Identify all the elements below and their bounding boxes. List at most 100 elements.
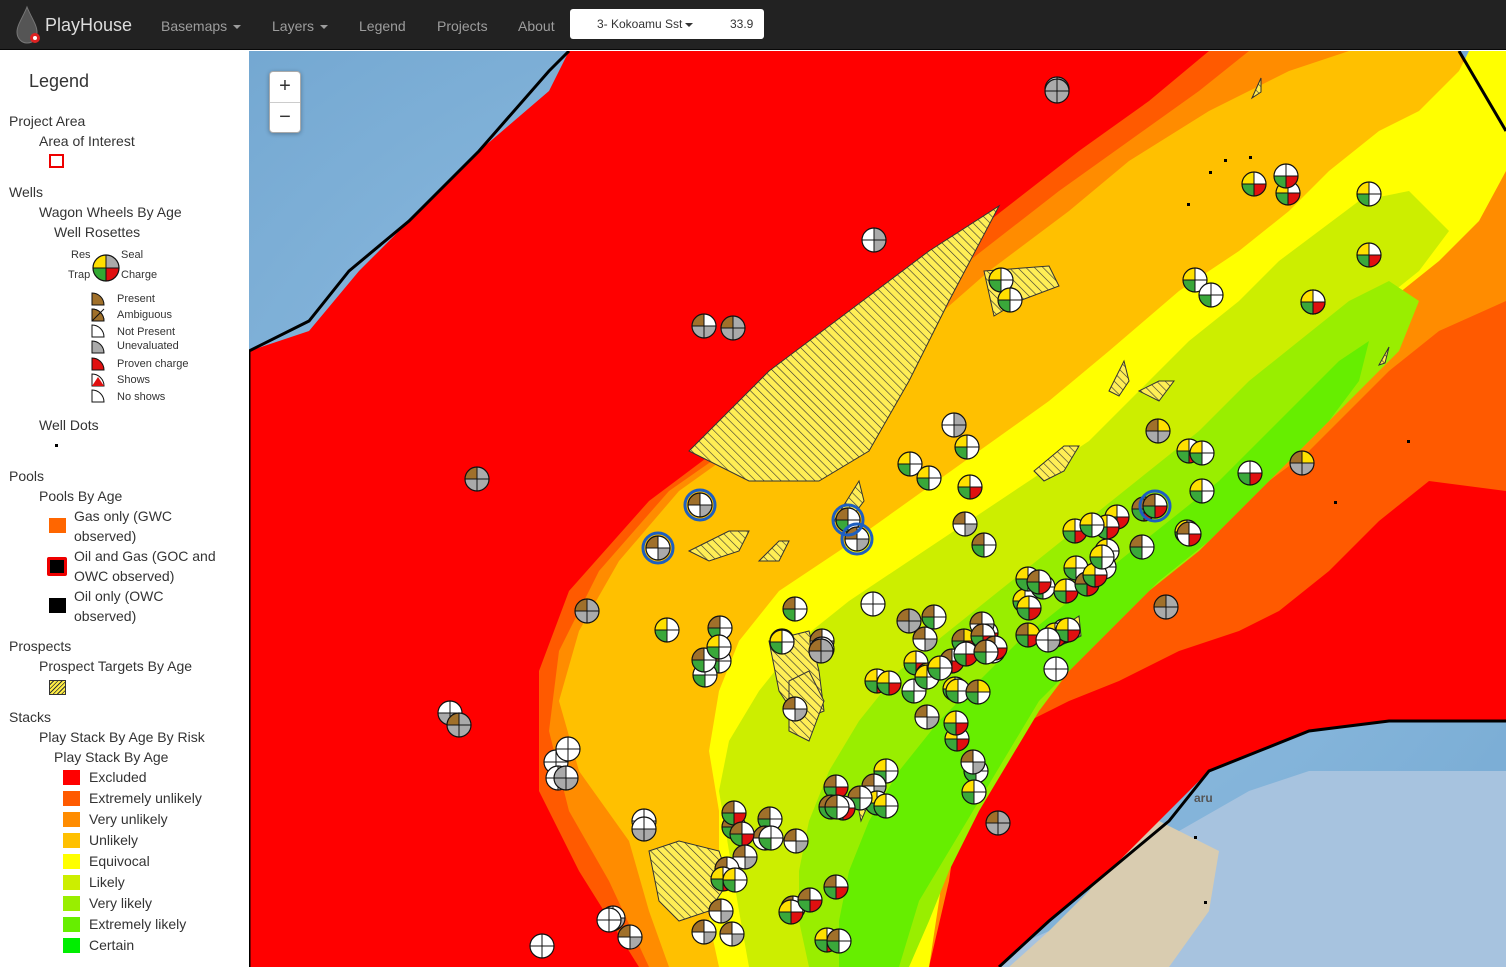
play-stack-select[interactable]: 3- Kokoamu Sst 33.9	[570, 9, 764, 39]
well-rosette-icon[interactable]	[927, 655, 953, 681]
well-rosette-icon[interactable]	[529, 933, 555, 959]
well-rosette-icon[interactable]	[1026, 569, 1052, 595]
map-canvas[interactable]	[249, 51, 1506, 967]
well-rosette-icon[interactable]	[555, 736, 581, 762]
brand[interactable]: PlayHouse	[14, 5, 132, 44]
well-rosette-icon[interactable]	[824, 794, 850, 820]
well-rosette-icon[interactable]	[1142, 493, 1168, 519]
well-rosette-icon[interactable]	[1016, 595, 1042, 621]
well-rosette-icon[interactable]	[645, 535, 671, 561]
well-dot[interactable]	[1194, 836, 1197, 839]
well-rosette-icon[interactable]	[1176, 521, 1202, 547]
well-rosette-icon[interactable]	[1356, 181, 1382, 207]
prospect-targets-label: Prospect Targets By Age	[39, 658, 193, 674]
zoom-in-button[interactable]: +	[270, 72, 300, 102]
well-rosette-icon[interactable]	[1356, 242, 1382, 268]
well-rosette-icon[interactable]	[861, 227, 887, 253]
well-rosette-icon[interactable]	[691, 919, 717, 945]
about-menu[interactable]: About	[518, 0, 555, 50]
well-rosette-icon[interactable]	[797, 887, 823, 913]
well-rosette-icon[interactable]	[973, 639, 999, 665]
layers-menu[interactable]: Layers	[272, 0, 329, 50]
well-rosette-icon[interactable]	[596, 907, 622, 933]
well-rosette-icon[interactable]	[1079, 512, 1105, 538]
well-rosette-icon[interactable]	[783, 828, 809, 854]
well-rosette-icon[interactable]	[553, 765, 579, 791]
well-rosette-icon[interactable]	[719, 921, 745, 947]
rosette-res-label: Res	[71, 249, 91, 261]
projects-menu[interactable]: Projects	[437, 0, 488, 50]
well-rosette-icon[interactable]	[706, 634, 732, 660]
well-rosette-icon[interactable]	[1053, 578, 1079, 604]
well-rosette-icon[interactable]	[1129, 534, 1155, 560]
well-rosette-icon[interactable]	[985, 810, 1011, 836]
well-rosette-icon[interactable]	[823, 874, 849, 900]
well-rosette-icon[interactable]	[876, 670, 902, 696]
well-rosette-icon[interactable]	[1153, 594, 1179, 620]
well-dot[interactable]	[1204, 901, 1207, 904]
well-dot[interactable]	[1224, 159, 1227, 162]
well-rosette-icon[interactable]	[446, 712, 472, 738]
well-rosette-icon[interactable]	[943, 710, 969, 736]
well-rosette-icon[interactable]	[941, 412, 967, 438]
well-rosette-icon[interactable]	[464, 466, 490, 492]
well-rosette-icon[interactable]	[965, 679, 991, 705]
well-rosette-icon[interactable]	[722, 867, 748, 893]
well-rosette-icon[interactable]	[782, 596, 808, 622]
zoom-out-button[interactable]: −	[270, 102, 300, 133]
basemaps-menu[interactable]: Basemaps	[161, 0, 242, 50]
well-rosette-icon[interactable]	[721, 800, 747, 826]
well-rosette-icon[interactable]	[916, 465, 942, 491]
well-rosette-icon[interactable]	[1237, 460, 1263, 486]
well-rosette-icon[interactable]	[654, 617, 680, 643]
well-rosette-icon[interactable]	[631, 816, 657, 842]
well-rosette-icon[interactable]	[1043, 656, 1069, 682]
well-rosette-icon[interactable]	[1189, 478, 1215, 504]
well-rosette-icon[interactable]	[1035, 627, 1061, 653]
well-rosette-icon[interactable]	[1089, 544, 1115, 570]
well-rosette-icon[interactable]	[1273, 163, 1299, 189]
well-rosette-icon[interactable]	[960, 749, 986, 775]
well-rosette-icon[interactable]	[729, 821, 755, 847]
well-rosette-icon[interactable]	[1189, 440, 1215, 466]
well-rosette-icon[interactable]	[574, 598, 600, 624]
area-of-interest-label: Area of Interest	[39, 133, 135, 149]
well-rosette-icon[interactable]	[873, 793, 899, 819]
well-rosette-icon[interactable]	[1145, 418, 1171, 444]
well-rosette-icon[interactable]	[758, 825, 784, 851]
well-rosette-icon[interactable]	[914, 704, 940, 730]
well-rosette-icon[interactable]	[808, 638, 834, 664]
well-rosette-icon[interactable]	[860, 591, 886, 617]
well-rosette-icon[interactable]	[952, 511, 978, 537]
well-rosette-icon[interactable]	[957, 474, 983, 500]
well-rosette-icon[interactable]	[971, 532, 997, 558]
well-rosette-icon[interactable]	[1289, 450, 1315, 476]
well-rosette-icon[interactable]	[961, 779, 987, 805]
well-rosette-icon[interactable]	[708, 898, 734, 924]
well-rosette-icon[interactable]	[782, 696, 808, 722]
prospect-targets-swatch	[49, 680, 66, 695]
well-dot[interactable]	[1407, 440, 1410, 443]
well-rosette-icon[interactable]	[769, 629, 795, 655]
risk-label: Certain	[89, 937, 135, 953]
well-rosette-icon[interactable]	[720, 315, 746, 341]
map-view[interactable]: + − aru	[249, 51, 1506, 967]
well-rosette-icon[interactable]	[1044, 78, 1070, 104]
well-rosette-icon[interactable]	[617, 924, 643, 950]
well-rosette-icon[interactable]	[691, 313, 717, 339]
well-rosette-icon[interactable]	[687, 492, 713, 518]
well-rosette-icon[interactable]	[1300, 289, 1326, 315]
well-rosette-icon[interactable]	[896, 608, 922, 634]
well-dot[interactable]	[1187, 203, 1190, 206]
well-rosette-icon[interactable]	[954, 434, 980, 460]
well-rosette-icon[interactable]	[826, 928, 852, 954]
legend-menu[interactable]: Legend	[359, 0, 406, 50]
well-rosette-icon[interactable]	[1241, 171, 1267, 197]
well-dot[interactable]	[1334, 501, 1337, 504]
well-dot[interactable]	[1249, 156, 1252, 159]
well-dot[interactable]	[1209, 171, 1212, 174]
well-rosette-icon[interactable]	[1198, 282, 1224, 308]
well-dots-label: Well Dots	[39, 417, 99, 433]
well-rosette-icon[interactable]	[997, 287, 1023, 313]
well-rosette-icon[interactable]	[921, 604, 947, 630]
